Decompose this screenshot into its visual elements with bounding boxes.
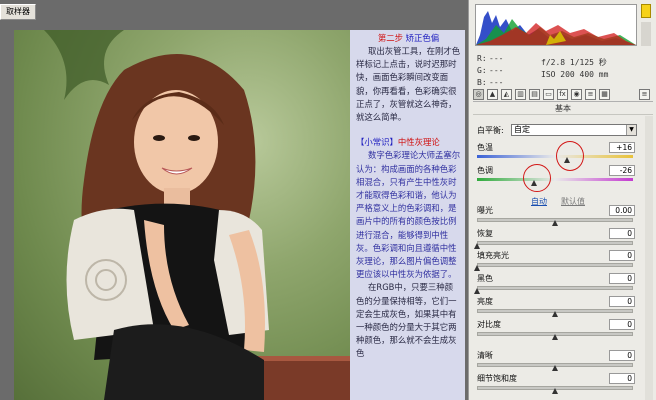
slider-track[interactable]	[477, 241, 633, 245]
white-balance-select[interactable]: 自定 ▼	[511, 124, 637, 136]
slider-thumb[interactable]	[551, 220, 559, 226]
slider-label: 恢复	[477, 229, 493, 238]
b-readout-label: B:	[477, 78, 487, 87]
slider-thumb[interactable]	[551, 311, 559, 317]
slider-label: 色温	[477, 143, 493, 152]
scroll-up-handle[interactable]	[641, 4, 651, 18]
basic-tab-icon[interactable]: ◎	[473, 89, 484, 100]
chevron-down-icon: ▼	[626, 125, 636, 135]
r-readout-label: R:	[477, 54, 487, 63]
slider-label: 清晰	[477, 351, 493, 360]
g-readout-label: G:	[477, 66, 487, 75]
photo-illustration	[44, 30, 350, 400]
slider-thumb[interactable]	[551, 365, 559, 371]
b-readout-value: ---	[489, 78, 504, 87]
exposure-info: f/2.8 1/125 秒	[541, 58, 607, 67]
detail-tab-icon[interactable]: ◭	[501, 89, 512, 100]
histogram	[475, 4, 637, 46]
slider-label: 色调	[477, 166, 493, 175]
step-title: 矫正色偏	[405, 33, 440, 43]
article-paragraph-1: 取出灰管工具，在刚才色样标记上点击，说时迟那时快，画面色彩瞬间改变面貌，你再看看…	[356, 46, 461, 123]
sampler-button[interactable]: 取样器	[0, 4, 36, 20]
slider-label: 亮度	[477, 297, 493, 306]
adjustment-panel: R: --- G: --- B: --- f/2.8 1/125 秒 ISO 2…	[468, 0, 656, 400]
camera-tab-icon[interactable]: ◉	[571, 89, 582, 100]
step-label: 第二步	[377, 33, 403, 43]
image-preview-area: 取样器 第二步 矫正色偏 取出灰管工具，在刚才色样标记上点击，说时迟那时快，画面…	[0, 0, 468, 400]
slider-thumb[interactable]	[473, 288, 481, 294]
annotation-circle-tint	[523, 164, 551, 192]
annotation-circle-temperature	[556, 141, 584, 171]
portrait-photo[interactable]	[14, 30, 350, 400]
article-paragraph-2: 数字色彩理论大师孟塞尔认为：构成画面的各种色彩相混合，只有产生中性灰时才能取得色…	[356, 150, 461, 280]
effects-tab-icon[interactable]: fx	[557, 89, 568, 100]
slider-label: 黑色	[477, 274, 493, 283]
hsl-tab-icon[interactable]: ▥	[515, 89, 526, 100]
step-heading: 第二步 矫正色偏	[356, 32, 461, 45]
g-readout-value: ---	[489, 66, 504, 75]
panel-scrollbar[interactable]	[645, 116, 653, 400]
tone-curve-tab-icon[interactable]: ▲	[487, 89, 498, 100]
slider-track[interactable]	[477, 263, 633, 267]
slider-thumb[interactable]	[551, 388, 559, 394]
slider-thumb[interactable]	[551, 334, 559, 340]
presets-tab-icon[interactable]: ≡	[585, 89, 596, 100]
panel-tabs: ◎ ▲ ◭ ▥ ▤ ▭ fx ◉ ≡ ▦ ≡	[473, 88, 653, 102]
slider-value-field[interactable]: +16	[609, 142, 635, 153]
slider-thumb[interactable]	[473, 243, 481, 249]
slider-thumb[interactable]	[473, 265, 481, 271]
slider-value-field[interactable]: 0	[609, 250, 635, 261]
iso-focal-info: ISO 200 400 mm	[541, 70, 609, 79]
default-link[interactable]: 默认值	[561, 196, 585, 207]
slider-label: 填充亮光	[477, 251, 509, 260]
slider-value-field[interactable]: 0.00	[609, 205, 635, 216]
slider-value-field[interactable]: 0	[609, 350, 635, 361]
article-paragraph-3: 在RGB中，只要三种颜色的分量保持相等，它们一定会生成灰色，如果其中有一种颜色的…	[356, 282, 457, 359]
slider-value-field[interactable]: 0	[609, 296, 635, 307]
slider-track[interactable]	[477, 155, 633, 158]
slider-track[interactable]	[477, 178, 633, 181]
slider-label: 细节饱和度	[477, 374, 517, 383]
slider-value-field[interactable]: -26	[609, 165, 635, 176]
lens-tab-icon[interactable]: ▭	[543, 89, 554, 100]
slider-value-field[interactable]: 0	[609, 273, 635, 284]
slider-value-field[interactable]: 0	[609, 373, 635, 384]
slider-value-field[interactable]: 0	[609, 228, 635, 239]
slider-label: 对比度	[477, 320, 501, 329]
tip-heading: 【小常识】中性灰理论	[356, 136, 461, 149]
tutorial-article: 第二步 矫正色偏 取出灰管工具，在刚才色样标记上点击，说时迟那时快，画面色彩瞬间…	[350, 30, 465, 400]
histogram-scrollbar[interactable]	[641, 22, 651, 46]
slider-label: 曝光	[477, 206, 493, 215]
white-balance-value: 自定	[514, 125, 530, 134]
tip-open-label: 【小常识】	[356, 137, 398, 148]
slider-value-field[interactable]: 0	[609, 319, 635, 330]
snapshots-tab-icon[interactable]: ▦	[599, 89, 610, 100]
auto-link[interactable]: 自动	[531, 196, 547, 207]
slider-track[interactable]	[477, 286, 633, 290]
white-balance-label: 白平衡:	[477, 126, 504, 135]
tip-title: 中性灰理论	[397, 137, 440, 148]
section-title: 基本	[473, 103, 653, 115]
split-toning-tab-icon[interactable]: ▤	[529, 89, 540, 100]
panel-menu-icon[interactable]: ≡	[639, 89, 650, 100]
histogram-graph	[476, 11, 636, 45]
r-readout-value: ---	[489, 54, 504, 63]
